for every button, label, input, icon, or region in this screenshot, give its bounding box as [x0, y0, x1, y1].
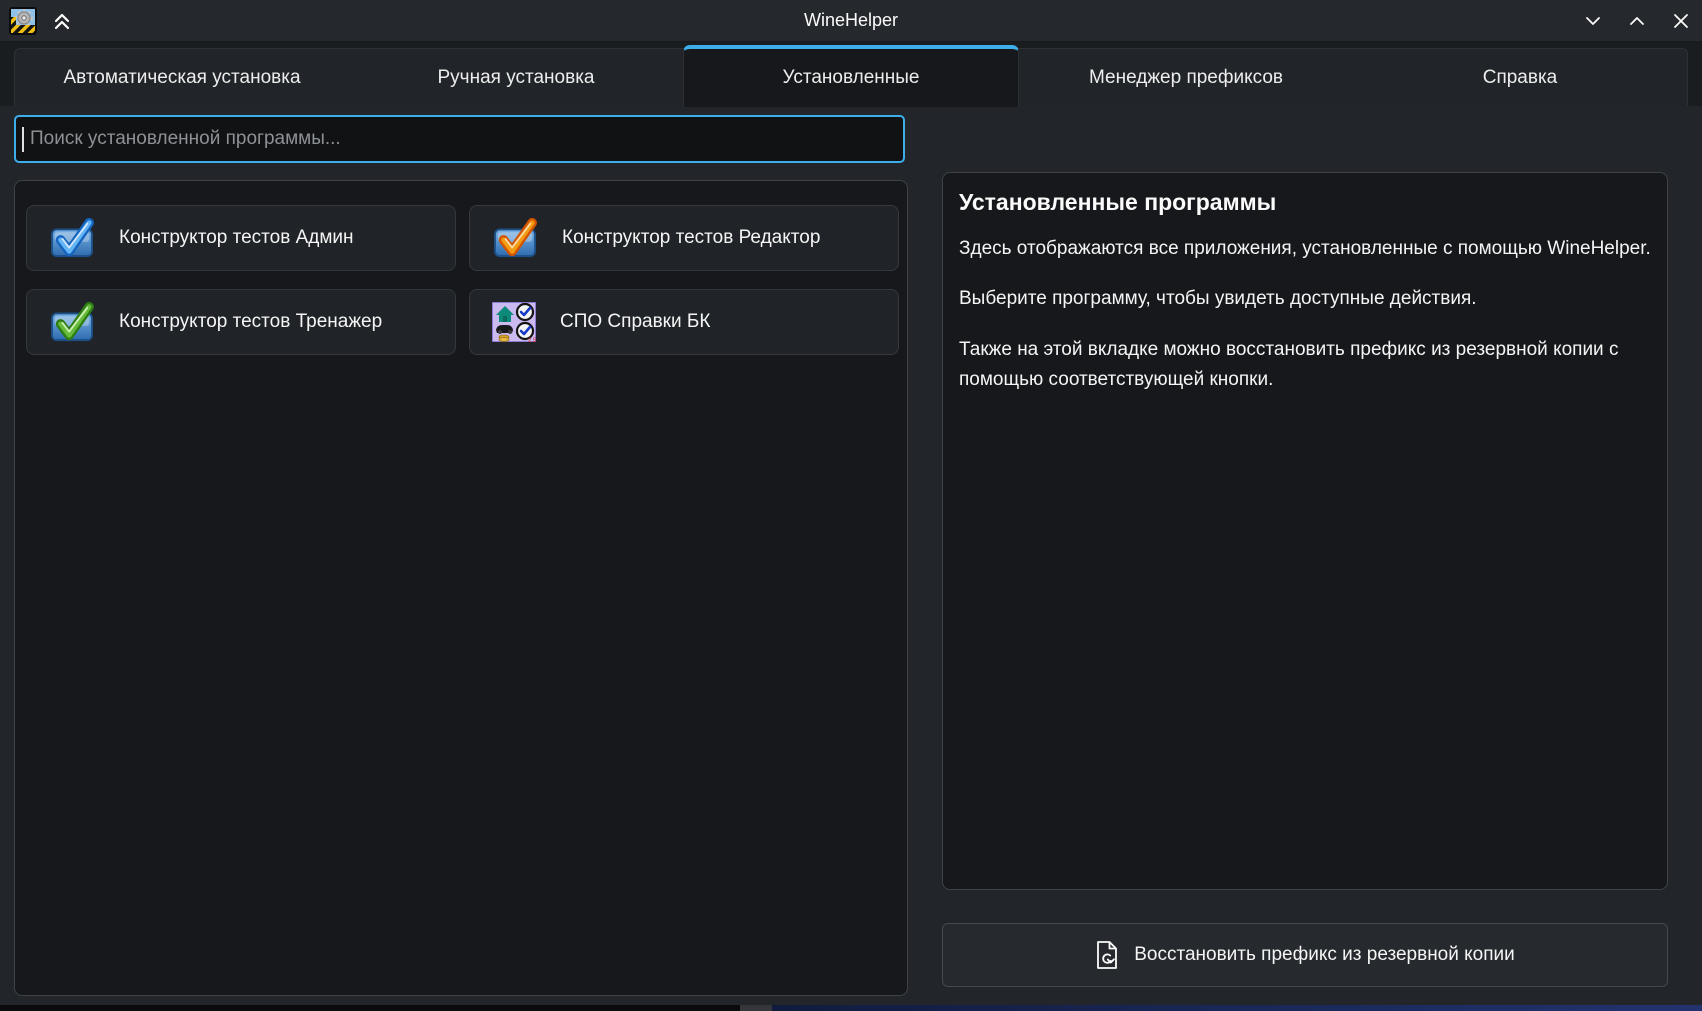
window-title: WineHelper: [0, 10, 1702, 31]
tab-manual-install[interactable]: Ручная установка: [349, 49, 683, 106]
tab-automatic-install[interactable]: Автоматическая установка: [15, 49, 349, 106]
document-restore-icon: [1095, 941, 1119, 969]
winehelper-app-icon: [9, 7, 37, 35]
desktop-edge-strip: [0, 1005, 1702, 1011]
spo-spravki-bk-icon: 2.5: [492, 302, 536, 342]
info-panel-title: Установленные программы: [959, 189, 1651, 216]
info-paragraph: Здесь отображаются все приложения, устан…: [959, 234, 1651, 264]
desktop-edge-black: [0, 1005, 740, 1011]
tab-prefix-manager[interactable]: Менеджер префиксов: [1019, 49, 1353, 106]
maximize-button[interactable]: [1624, 8, 1650, 34]
program-card-trenazher[interactable]: Конструктор тестов Тренажер: [26, 289, 456, 355]
search-input[interactable]: [14, 115, 905, 163]
program-name: Конструктор тестов Тренажер: [119, 311, 382, 333]
tab-help[interactable]: Справка: [1353, 49, 1687, 106]
installed-programs-panel: Конструктор тестов Админ Конструктор тес…: [14, 180, 908, 996]
titlebar[interactable]: WineHelper: [0, 0, 1702, 42]
program-name: Конструктор тестов Редактор: [562, 227, 820, 249]
chevron-up-icon: [1625, 9, 1649, 33]
desktop-edge-gray: [740, 1005, 772, 1011]
info-panel: Установленные программы Здесь отображают…: [942, 172, 1668, 890]
orange-check-program-icon: [492, 217, 538, 259]
desktop-edge-navy: [772, 1005, 1702, 1011]
tab-installed[interactable]: Установленные: [683, 45, 1019, 107]
green-check-program-icon: [49, 301, 95, 343]
minimize-button[interactable]: [1580, 8, 1606, 34]
tab-strip: Автоматическая установка Ручная установк…: [14, 48, 1688, 106]
program-name: Конструктор тестов Админ: [119, 227, 354, 249]
close-button[interactable]: [1668, 8, 1694, 34]
tab-bar: Автоматическая установка Ручная установк…: [0, 42, 1702, 106]
double-chevron-up-icon: [50, 9, 74, 33]
window-controls: [1580, 0, 1694, 42]
restore-prefix-label: Восстановить префикс из резервной копии: [1134, 944, 1515, 966]
text-caret: [22, 127, 24, 152]
shade-window-button[interactable]: [49, 8, 75, 34]
svg-text:2.5: 2.5: [528, 338, 536, 342]
chevron-down-icon: [1581, 9, 1605, 33]
program-card-redaktor[interactable]: Конструктор тестов Редактор: [469, 205, 899, 271]
info-paragraph: Также на этой вкладке можно восстановить…: [959, 335, 1651, 396]
program-card-spo-bk[interactable]: 2.5 СПО Справки БК: [469, 289, 899, 355]
program-card-admin[interactable]: Конструктор тестов Админ: [26, 205, 456, 271]
blue-check-program-icon: [49, 217, 95, 259]
info-paragraph: Выберите программу, чтобы увидеть доступ…: [959, 284, 1651, 314]
program-name: СПО Справки БК: [560, 311, 710, 333]
restore-prefix-button[interactable]: Восстановить префикс из резервной копии: [942, 923, 1668, 987]
close-icon: [1669, 9, 1693, 33]
